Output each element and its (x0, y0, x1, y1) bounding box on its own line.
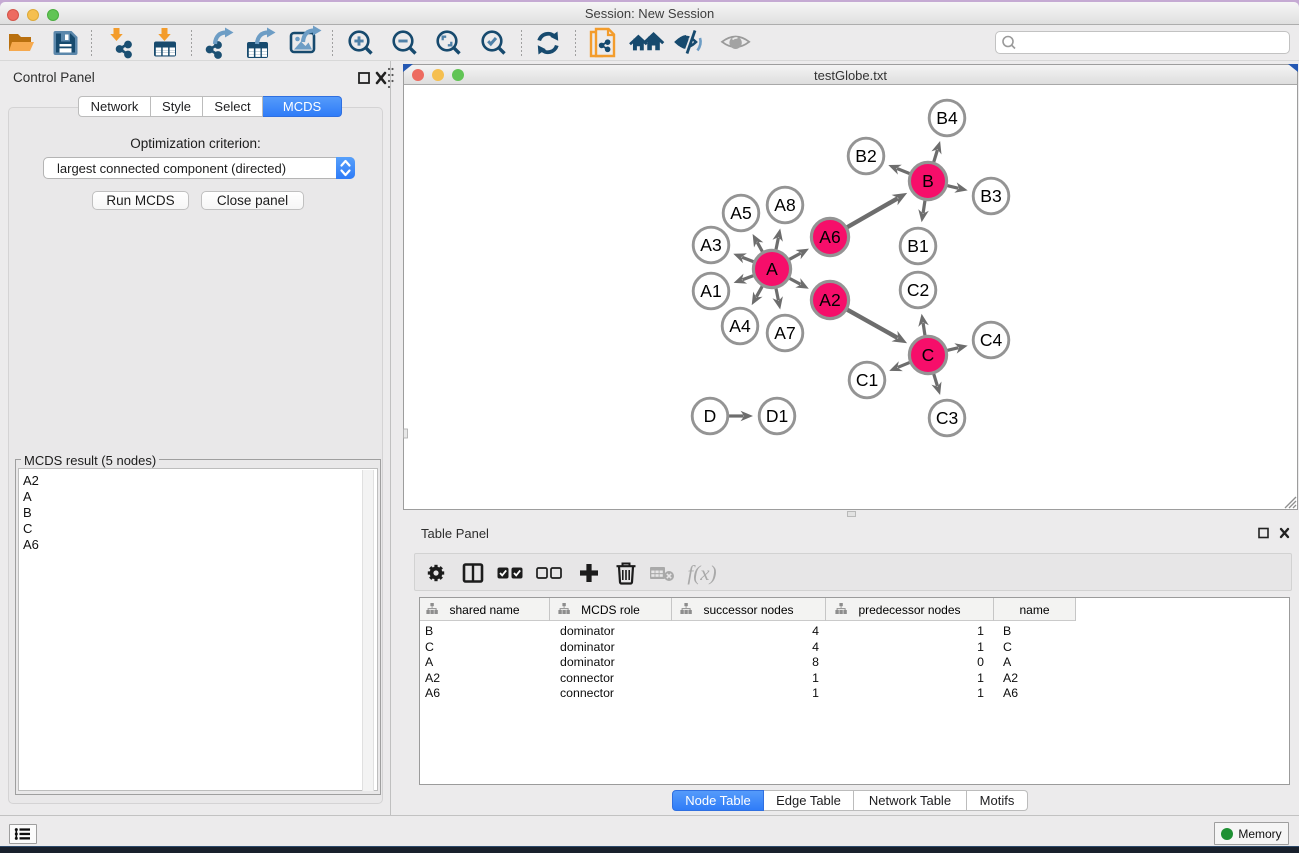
svg-text:f(x): f(x) (687, 561, 716, 585)
